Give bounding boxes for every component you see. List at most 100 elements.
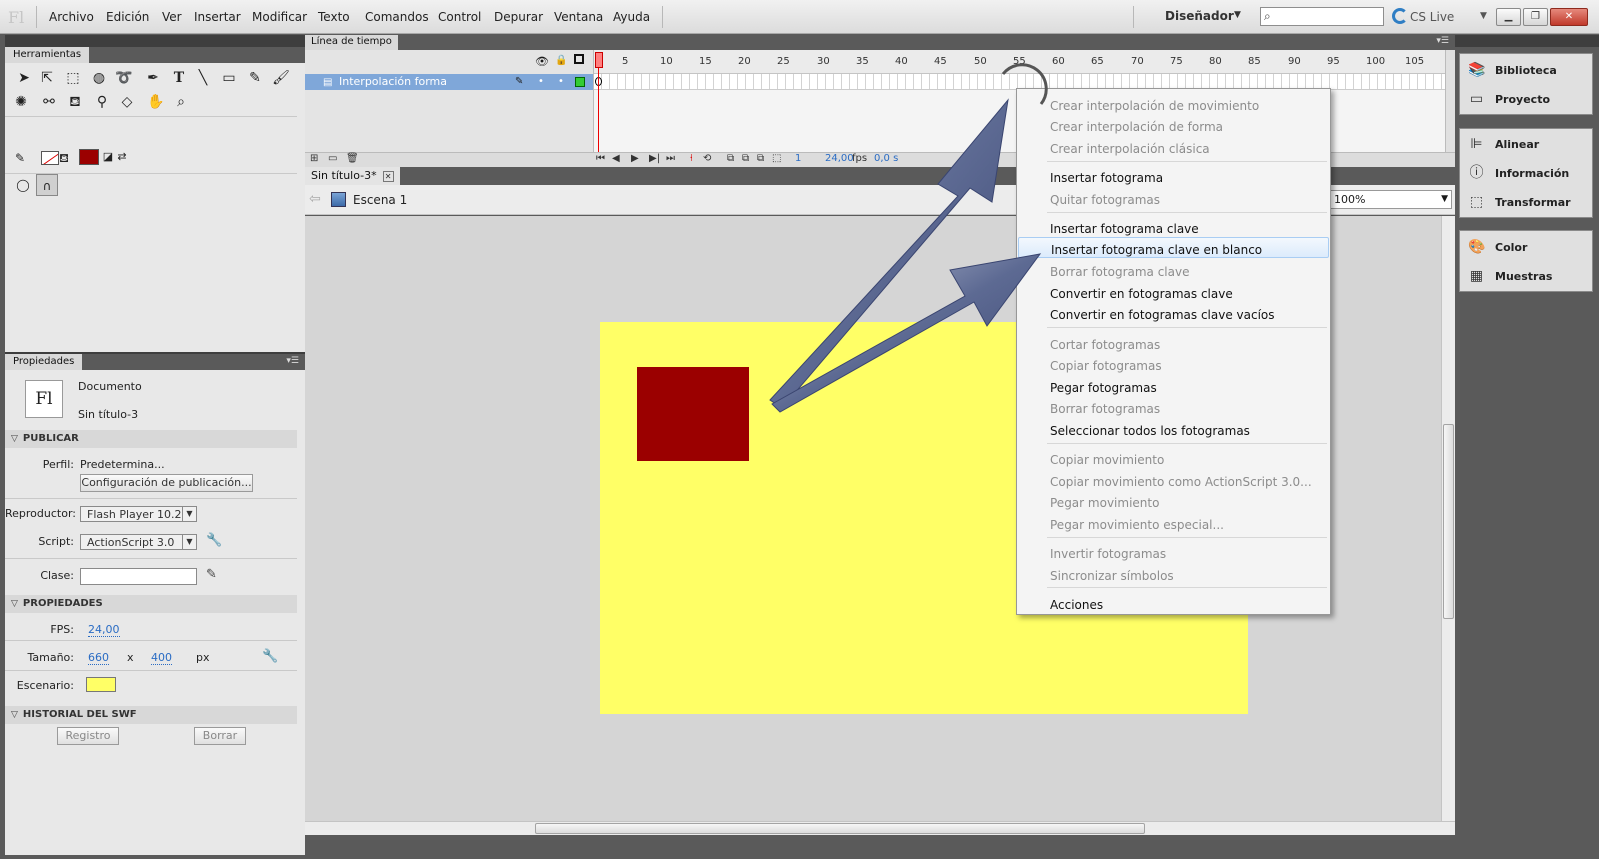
ctx-acciones[interactable]: Acciones: [1017, 593, 1330, 614]
new-folder-icon[interactable]: ▭: [328, 153, 337, 164]
menu-control[interactable]: Control: [438, 10, 481, 24]
ctx-convertir-fotogramas-clave-vacios[interactable]: Convertir en fotogramas clave vacíos: [1017, 303, 1330, 324]
delete-layer-icon[interactable]: 🗑: [346, 153, 359, 164]
menu-ver[interactable]: Ver: [162, 10, 182, 24]
ctx-insertar-fotograma-clave-blanco[interactable]: Insertar fotograma clave en blanco: [1018, 237, 1329, 258]
play-icon[interactable]: ▶: [631, 153, 639, 164]
player-select[interactable]: Flash Player 10.2 ▼: [80, 506, 197, 522]
vertical-scrollbar[interactable]: [1441, 216, 1455, 821]
cs-live-button[interactable]: CS Live: [1410, 10, 1454, 24]
last-frame-icon[interactable]: ⏭: [666, 153, 675, 164]
class-input[interactable]: [80, 568, 197, 585]
playhead[interactable]: [595, 52, 603, 68]
dock-item-informacion[interactable]: ⓘ Información: [1460, 159, 1592, 187]
width-value[interactable]: 660: [88, 651, 109, 665]
ctx-crear-interpolacion-movimiento[interactable]: Crear interpolación de movimiento: [1017, 94, 1330, 115]
menu-depurar[interactable]: Depurar: [494, 10, 543, 24]
properties-panel-tab[interactable]: Propiedades: [5, 354, 83, 370]
scrollbar-thumb[interactable]: [535, 823, 1145, 834]
selection-icon[interactable]: ➤: [13, 67, 35, 89]
scene-name[interactable]: Escena 1: [353, 193, 407, 207]
chevron-down-icon[interactable]: ▼: [1480, 11, 1487, 21]
paint-bucket-icon[interactable]: ⛾: [64, 91, 86, 113]
layer-row[interactable]: ▤ Interpolación forma ✎ • •: [305, 74, 593, 90]
publish-settings-button[interactable]: Configuración de publicación...: [80, 474, 253, 492]
layer-color-swatch[interactable]: [575, 77, 585, 87]
restore-button[interactable]: ❐: [1523, 8, 1548, 26]
object-drawing-icon[interactable]: ◯: [12, 174, 34, 196]
log-button[interactable]: Registro: [57, 727, 119, 745]
eraser-icon[interactable]: ◇: [116, 91, 138, 113]
frame-rate[interactable]: 24,00: [825, 153, 854, 164]
ctx-borrar-fotograma-clave[interactable]: Borrar fotograma clave: [1017, 260, 1330, 281]
eye-icon[interactable]: 👁: [535, 55, 549, 68]
zoom-select[interactable]: 100% ▼: [1328, 190, 1452, 209]
document-tab[interactable]: Sin título-3* ✕: [305, 167, 400, 185]
red-square-shape[interactable]: [637, 367, 749, 461]
ctx-copiar-movimiento[interactable]: Copiar movimiento: [1017, 448, 1330, 469]
menu-ayuda[interactable]: Ayuda: [613, 10, 650, 24]
onion-skin-icon[interactable]: ⧉: [727, 153, 734, 164]
height-value[interactable]: 400: [151, 651, 172, 665]
ctx-convertir-fotogramas-clave[interactable]: Convertir en fotogramas clave: [1017, 282, 1330, 303]
menu-texto[interactable]: Texto: [318, 10, 350, 24]
outline-icon[interactable]: [574, 54, 584, 64]
snap-magnet-icon[interactable]: ∩: [36, 174, 58, 196]
dock-item-transformar[interactable]: ⬚ Transformar: [1460, 188, 1592, 216]
close-button[interactable]: ✕: [1550, 8, 1588, 26]
back-arrow-icon[interactable]: ⇦: [309, 191, 321, 207]
panel-menu-icon[interactable]: ▾☰: [286, 356, 299, 366]
workspace-switcher[interactable]: Diseñador: [1165, 9, 1234, 23]
free-transform-icon[interactable]: ⬚: [62, 67, 84, 89]
loop-icon[interactable]: ⟲: [703, 153, 711, 164]
wrench-icon[interactable]: 🔧: [206, 533, 222, 548]
step-forward-icon[interactable]: ▶|: [649, 153, 660, 164]
menu-comandos[interactable]: Comandos: [365, 10, 429, 24]
scrollbar-thumb[interactable]: [1443, 424, 1454, 619]
rectangle-icon[interactable]: ▭: [218, 67, 240, 89]
zoom-icon[interactable]: ⌕: [170, 91, 192, 113]
ctx-pegar-movimiento[interactable]: Pegar movimiento: [1017, 491, 1330, 512]
lock-icon[interactable]: 🔒: [555, 55, 567, 66]
ctx-crear-interpolacion-clasica[interactable]: Crear interpolación clásica: [1017, 137, 1330, 158]
dock-item-alinear[interactable]: ⊫ Alinear: [1460, 130, 1592, 158]
pen-icon[interactable]: ✒: [142, 67, 164, 89]
deco-icon[interactable]: ✺: [10, 91, 32, 113]
swf-history-section-header[interactable]: ▽ HISTORIAL DEL SWF: [5, 706, 297, 724]
clear-button[interactable]: Borrar: [194, 727, 246, 745]
panel-menu-icon[interactable]: ▾☰: [1436, 36, 1449, 46]
first-frame-icon[interactable]: ⏮: [596, 153, 605, 164]
wrench-icon[interactable]: 🔧: [262, 649, 278, 664]
ctx-copiar-fotogramas[interactable]: Copiar fotogramas: [1017, 354, 1330, 375]
ctx-sincronizar-simbolos[interactable]: Sincronizar símbolos: [1017, 564, 1330, 585]
timeline-tab[interactable]: Línea de tiempo: [305, 35, 398, 50]
menu-edicion[interactable]: Edición: [106, 10, 149, 24]
dock-item-biblioteca[interactable]: 📚 Biblioteca: [1460, 56, 1592, 84]
chevron-down-icon[interactable]: ▼: [1234, 10, 1241, 20]
center-frame-icon[interactable]: ⍿: [690, 153, 693, 164]
lasso-icon[interactable]: ➰: [113, 67, 135, 89]
panel-collapse-strip[interactable]: [5, 35, 305, 47]
swap-colors-icon[interactable]: ⇄: [111, 146, 133, 168]
stage-color-swatch[interactable]: [86, 677, 116, 692]
onion-markers-icon[interactable]: ⬚: [772, 153, 781, 164]
hand-icon[interactable]: ✋: [145, 91, 167, 113]
ctx-seleccionar-todos[interactable]: Seleccionar todos los fotogramas: [1017, 419, 1330, 440]
current-frame[interactable]: 1: [795, 153, 801, 164]
eyedropper-icon[interactable]: ⚲: [91, 91, 113, 113]
ctx-insertar-fotograma[interactable]: Insertar fotograma: [1017, 166, 1330, 187]
close-icon[interactable]: ✕: [382, 171, 394, 182]
ctx-invertir-fotogramas[interactable]: Invertir fotogramas: [1017, 542, 1330, 563]
ctx-pegar-movimiento-especial[interactable]: Pegar movimiento especial...: [1017, 513, 1330, 534]
text-icon[interactable]: T: [168, 67, 190, 89]
menu-ventana[interactable]: Ventana: [554, 10, 603, 24]
lock-dot-icon[interactable]: •: [558, 76, 564, 87]
pencil-icon[interactable]: ✎: [244, 67, 266, 89]
onion-outline-icon[interactable]: ⧉: [742, 153, 749, 164]
subselection-icon[interactable]: ⇱: [36, 67, 58, 89]
brush-icon[interactable]: 🖌: [270, 67, 292, 89]
dock-item-proyecto[interactable]: ▭ Proyecto: [1460, 85, 1592, 113]
dock-item-color[interactable]: 🎨 Color: [1460, 233, 1592, 261]
menu-modificar[interactable]: Modificar: [252, 10, 307, 24]
menu-insertar[interactable]: Insertar: [194, 10, 241, 24]
